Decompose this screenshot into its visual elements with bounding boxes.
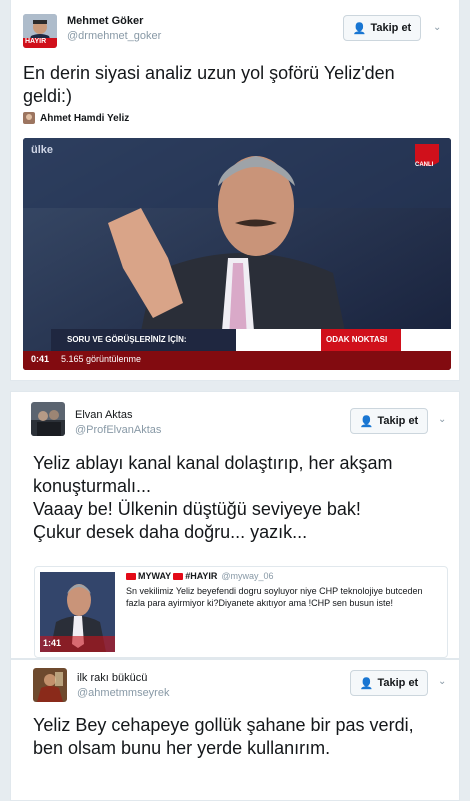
tweet3-text: Yeliz Bey cehapeye gollük şahane bir pas… [33,715,414,758]
tweet1-author-name[interactable]: Mehmet Göker [67,15,143,27]
mention-avatar-icon [23,112,35,124]
tweet3-author-handle[interactable]: @ahmetmmseyrek [77,687,169,699]
lower-third-right: ODAK NOKTASI [326,335,388,344]
tweet1-mention-name: Ahmet Hamdi Yeliz [40,112,130,124]
tweet1-avatar-badge: HAYIR [25,38,47,45]
tweet3-avatar-image [33,668,67,702]
tweet1-follow-button[interactable]: 👤 Takip et [343,15,421,41]
video-views: 5.165 görüntülenme [61,354,142,364]
turkey-flag-icon [173,572,184,580]
tweet3-avatar[interactable] [33,668,67,702]
tweet2-quoted-tweet[interactable]: 1:41 MYWAY #HAYIR @myway_06 Sn vekilimiz… [34,566,448,658]
tweet2-author-handle[interactable]: @ProfElvanAktas [75,424,161,436]
quote-author-suffix: #HAYIR [185,571,218,581]
chevron-down-icon[interactable]: ⌄ [438,414,446,425]
tweet1-mention[interactable]: Ahmet Hamdi Yeliz [23,112,129,124]
video-duration: 0:41 [31,354,50,364]
quote-author-handle: @myway_06 [221,571,274,581]
person-plus-icon: 👤 [359,415,374,428]
tweet1-video-player[interactable]: ülke CANLI SORU VE GÖRÜŞLERİNİZ İÇİN: OD… [23,138,451,370]
quote-author[interactable]: MYWAY #HAYIR @myway_06 [126,571,274,581]
tweet1-avatar[interactable]: HAYIR [23,14,57,48]
tweet2-follow-button[interactable]: 👤 Takip et [350,408,428,434]
person-plus-icon: 👤 [359,677,374,690]
tweet3-follow-button[interactable]: 👤 Takip et [350,670,428,696]
quote-author-name: MYWAY [138,571,172,581]
live-label: CANLI [415,162,434,168]
tweet2-author-name[interactable]: Elvan Aktas [75,409,132,421]
lower-third-left: SORU VE GÖRÜŞLERİNİZ İÇİN: [67,335,187,344]
chevron-down-icon[interactable]: ⌄ [433,22,441,33]
tweet3-follow-label: Takip et [377,677,419,689]
quote-thumb-duration: 1:41 [43,638,62,648]
quote-thumbnail[interactable]: 1:41 [40,572,115,652]
tweet3-author-name[interactable]: ilk rakı bükücü [77,672,147,684]
tweet2-avatar[interactable] [31,402,65,436]
tweet1-text: En derin siyasi analiz uzun yol şoförü Y… [23,63,395,106]
tweet1-author-handle[interactable]: @drmehmet_goker [67,30,161,42]
tweet-3: ilk rakı bükücü @ahmetmmseyrek 👤 Takip e… [10,659,460,801]
quote-text: Sn vekilimiz Yeliz beyefendi dogru soylu… [126,586,423,608]
tweet2-avatar-image [31,402,65,436]
tweet1-follow-label: Takip et [370,22,412,34]
tweet-1: HAYIR Mehmet Göker @drmehmet_goker 👤 Tak… [10,0,460,381]
turkey-flag-icon [126,572,136,580]
channel-logo: ülke [31,144,54,156]
person-plus-icon: 👤 [352,22,367,35]
tweet2-follow-label: Takip et [377,415,419,427]
chevron-down-icon[interactable]: ⌄ [438,676,446,687]
tweet2-text: Yeliz ablayı kanal kanal dolaştırıp, her… [33,453,393,542]
